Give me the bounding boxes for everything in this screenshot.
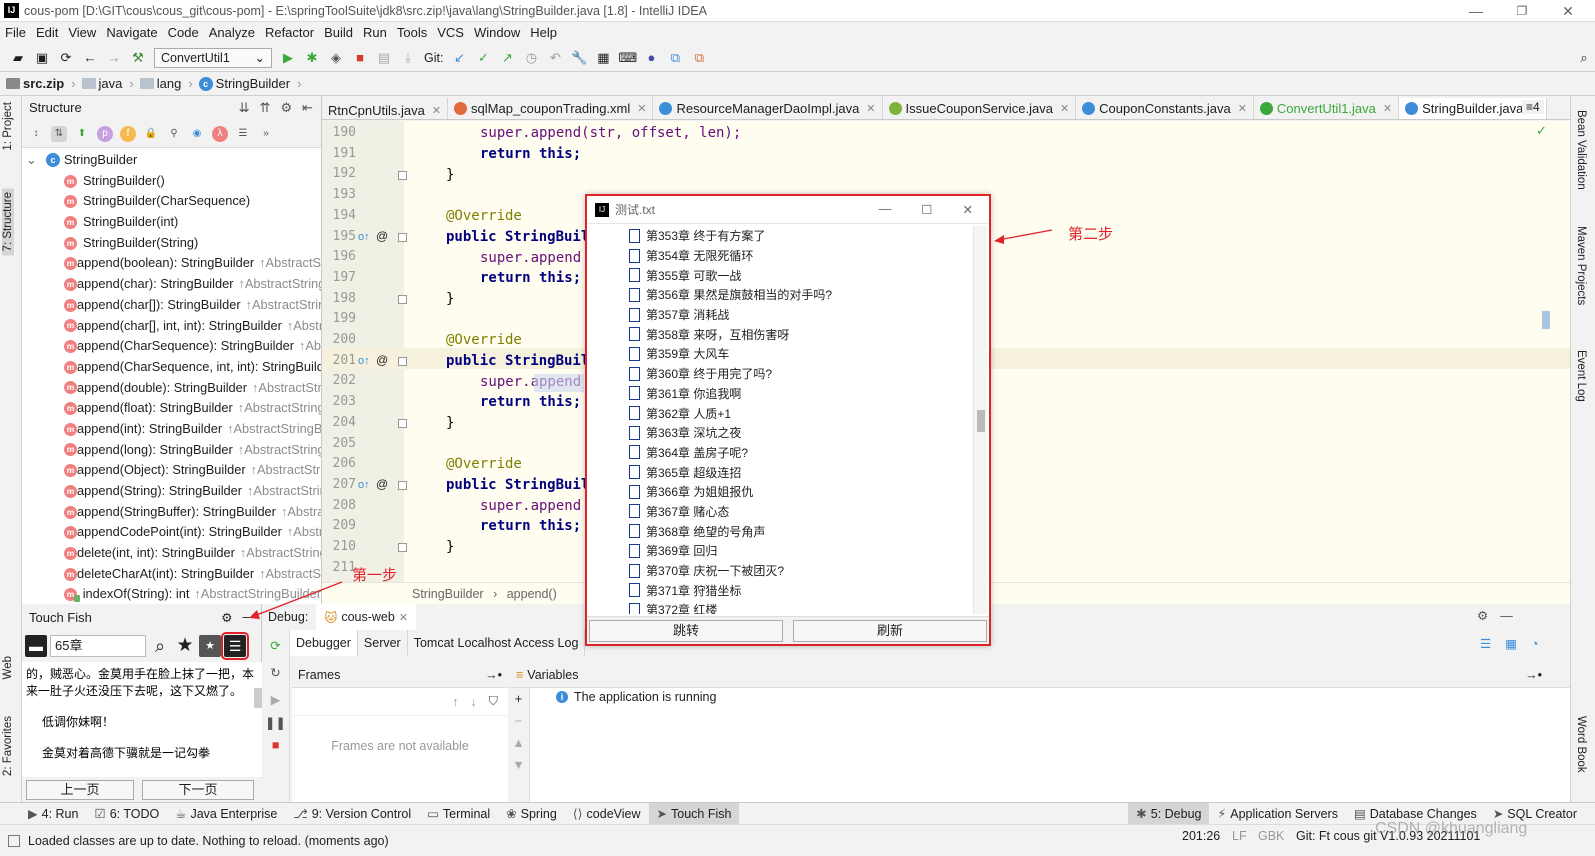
file-encoding[interactable]: GBK xyxy=(1258,829,1284,843)
bottom-tab[interactable]: ☑ 6: TODO xyxy=(86,803,167,825)
status-bar: Loaded classes are up to date. Nothing t… xyxy=(0,820,1595,856)
bottom-tab[interactable]: ✱ 5: Debug xyxy=(1128,802,1210,825)
bottom-tab-label: Touch Fish xyxy=(671,806,732,821)
bottom-tab-label: 9: Version Control xyxy=(311,806,412,821)
status-toggle-icon[interactable] xyxy=(8,834,20,847)
tool-icon: ⟨⟩ xyxy=(572,807,583,821)
step2-arrowhead xyxy=(994,235,1004,244)
bottom-tab-label: Spring xyxy=(520,806,557,821)
bottom-tab[interactable]: ⎇ 9: Version Control xyxy=(285,803,419,825)
bottom-tab[interactable]: ▶ 4: Run xyxy=(20,803,86,825)
step1-arrowhead xyxy=(249,610,260,619)
step1-label: 第一步 xyxy=(352,566,398,584)
bottom-tab-label: Java Enterprise xyxy=(190,806,278,821)
tool-icon: ❀ xyxy=(506,807,517,821)
caret-position[interactable]: 201:26 xyxy=(1182,829,1220,843)
tool-icon: ☕ xyxy=(175,807,187,821)
step2-label: 第二步 xyxy=(1068,225,1114,243)
tool-icon: ➤ xyxy=(656,807,668,821)
tool-icon: ▤ xyxy=(1353,807,1366,821)
bottom-tab-label: Application Servers xyxy=(1230,806,1338,821)
watermark: CSDN @khuangliang xyxy=(1375,820,1528,837)
bottom-tab-label: 6: TODO xyxy=(109,806,160,821)
bottom-tab-label: Terminal xyxy=(442,806,491,821)
bottom-tab[interactable]: ⚡ Application Servers xyxy=(1209,803,1345,825)
bottom-tab-label: Database Changes xyxy=(1369,806,1477,821)
bottom-tab-label: codeView xyxy=(586,806,641,821)
annotation-overlay xyxy=(249,229,1053,619)
step1-arrow xyxy=(253,581,343,617)
tool-icon: ➤ xyxy=(1492,807,1504,821)
tool-icon: ⎇ xyxy=(293,807,308,821)
tool-icon: ☑ xyxy=(94,807,106,821)
line-separator[interactable]: LF xyxy=(1232,829,1247,843)
tool-window-bar: ▶ 4: Run ☑ 6: TODO ☕ Java Enterprise ⎇ 9: Versi… xyxy=(0,802,1595,825)
bottom-tab[interactable]: ▭ Terminal xyxy=(419,803,498,825)
bottom-tab-label: 4: Run xyxy=(41,806,79,821)
status-message: Loaded classes are up to date. Nothing t… xyxy=(28,833,389,848)
bottom-tab-label: 5: Debug xyxy=(1150,806,1202,821)
bottom-tab[interactable]: ➤ Touch Fish xyxy=(648,802,740,825)
step2-arrow xyxy=(997,229,1053,241)
tool-icon: ✱ xyxy=(1136,807,1147,821)
bottom-tab[interactable]: ❀ Spring xyxy=(498,803,565,825)
bottom-tab-label: SQL Creator xyxy=(1507,806,1577,821)
bottom-tab[interactable]: ☕ Java Enterprise xyxy=(167,803,285,825)
tool-icon: ⚡ xyxy=(1217,807,1227,821)
tool-icon: ▶ xyxy=(28,807,38,821)
tool-icon: ▭ xyxy=(427,807,439,821)
bottom-tab[interactable]: ⟨⟩ codeView xyxy=(565,803,649,825)
